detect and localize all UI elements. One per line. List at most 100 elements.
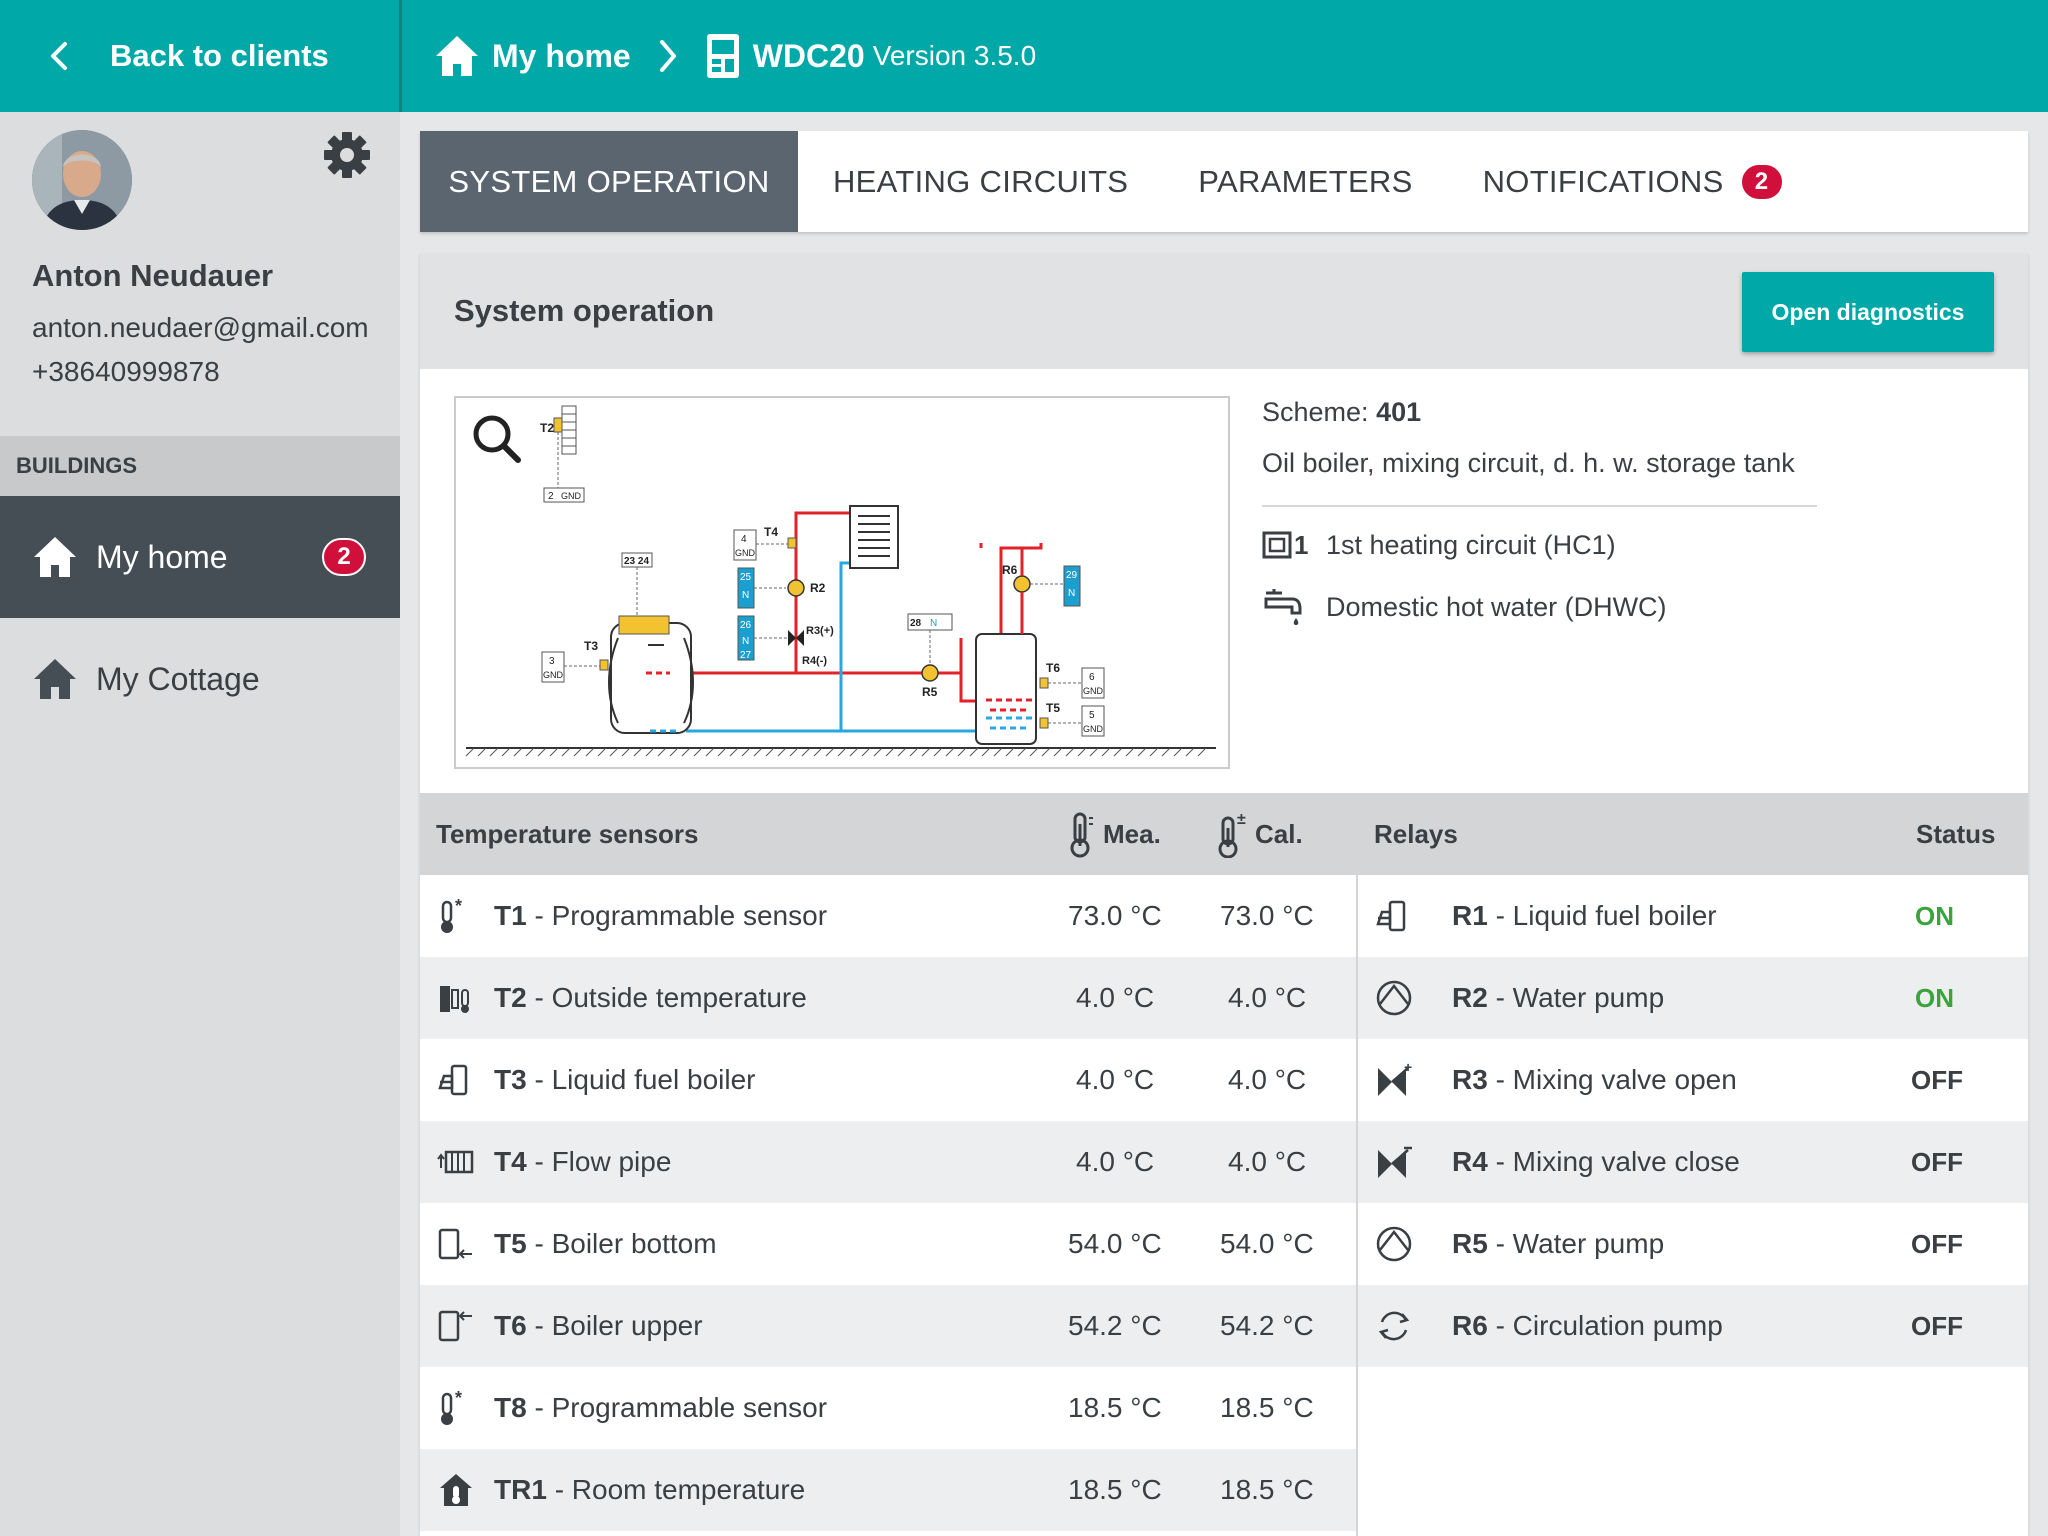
- programmable-sensor-icon: *: [441, 1388, 462, 1425]
- back-to-clients-button[interactable]: Back to clients: [0, 0, 402, 112]
- sensor-code: T2: [494, 982, 527, 1013]
- circuit-item-dhwc[interactable]: Domestic hot water (DHWC): [1262, 585, 1822, 629]
- top-bar: Back to clients My home WDC20 Version 3.…: [0, 0, 2048, 112]
- relay-name: - Circulation pump: [1495, 1310, 1723, 1341]
- sensor-calibrated: 73.0 °C: [1220, 900, 1314, 931]
- sensor-measured: 4.0 °C: [1076, 1064, 1155, 1095]
- back-to-clients-label: Back to clients: [110, 38, 329, 73]
- building-label: My home: [96, 538, 228, 575]
- boiler-icon: [438, 1064, 468, 1096]
- user-phone: +38640999878: [32, 356, 220, 387]
- r3-terminal-label: 26: [740, 620, 752, 631]
- relay-status: ON: [1915, 982, 1954, 1013]
- relay-status: OFF: [1911, 1064, 1963, 1095]
- sensor-code: T1: [494, 900, 527, 931]
- relay-row[interactable]: R1 - Liquid fuel boiler ON: [1358, 875, 2028, 957]
- r2-label: R2: [810, 581, 826, 595]
- scheme-diagram[interactable]: T2 2 GND 23 24 3 GND T3 4 GND T4 25 N R2…: [454, 396, 1230, 769]
- table-row[interactable]: * T8 - Programmable sensor 18.5 °C 18.5 …: [420, 1367, 1356, 1449]
- settings-gear-icon[interactable]: [322, 130, 372, 180]
- tab-bar: SYSTEM OPERATION HEATING CIRCUITS PARAME…: [420, 131, 2028, 232]
- avatar[interactable]: [32, 130, 132, 230]
- svg-text:±: ±: [1237, 811, 1246, 828]
- sensor-code: TR1: [494, 1474, 547, 1505]
- t3-gnd-label: GND: [543, 670, 564, 680]
- building-label: My Cottage: [96, 660, 260, 697]
- table-row[interactable]: T5 - Boiler bottom 54.0 °C 54.0 °C: [420, 1203, 1356, 1285]
- relay-row[interactable]: R2 - Water pump ON: [1358, 957, 2028, 1039]
- building-item-my-home[interactable]: My home 2: [0, 496, 400, 618]
- relay-name: - Mixing valve open: [1495, 1064, 1737, 1095]
- relay-row[interactable]: + R3 - Mixing valve open OFF: [1358, 1039, 2028, 1121]
- relay-code: R4: [1452, 1146, 1488, 1177]
- sensor-calibrated: 18.5 °C: [1220, 1392, 1314, 1423]
- relay-code: R2: [1452, 982, 1488, 1013]
- relay-status: ON: [1915, 900, 1954, 931]
- sensor-code: T5: [494, 1228, 527, 1259]
- divider: [1262, 505, 1817, 507]
- relays-header: Relays: [1374, 818, 1458, 849]
- table-row[interactable]: * T1 - Programmable sensor 73.0 °C 73.0 …: [420, 875, 1356, 957]
- t3-label: T3: [584, 639, 598, 653]
- controller-device-icon: [706, 34, 739, 78]
- zoom-icon[interactable]: [473, 415, 521, 463]
- tab-system-operation[interactable]: SYSTEM OPERATION: [420, 131, 798, 232]
- sensor-calibrated: 54.2 °C: [1220, 1310, 1314, 1341]
- table-row[interactable]: T2 - Outside temperature 4.0 °C 4.0 °C: [420, 957, 1356, 1039]
- building-item-my-cottage[interactable]: My Cottage: [0, 618, 400, 740]
- chevron-left-icon: [51, 42, 67, 70]
- scheme-line: Scheme: 401: [1262, 397, 1822, 428]
- sensor-name: - Room temperature: [554, 1474, 806, 1505]
- sensor-name: - Outside temperature: [534, 982, 807, 1013]
- open-diagnostics-button[interactable]: Open diagnostics: [1742, 272, 1994, 352]
- sensor-measured: 18.5 °C: [1068, 1392, 1162, 1423]
- relay-status: OFF: [1911, 1310, 1963, 1341]
- notification-badge: 2: [1739, 162, 1784, 201]
- sensor-code: T3: [494, 1064, 527, 1095]
- circuit-item-hc1[interactable]: 1 1st heating circuit (HC1): [1262, 529, 1822, 561]
- t2-gnd-label: GND: [561, 491, 582, 501]
- home-icon: [34, 537, 76, 577]
- table-header: Temperature sensors Mea. ± Cal. Relays S…: [420, 793, 2028, 875]
- t6-gnd-label: GND: [1083, 686, 1104, 696]
- table-row[interactable]: T4 - Flow pipe 4.0 °C 4.0 °C: [420, 1121, 1356, 1203]
- breadcrumb-home[interactable]: My home: [492, 38, 631, 75]
- user-email: anton.neudaer@gmail.com: [32, 312, 369, 343]
- circuit-index: 1: [1294, 529, 1309, 560]
- table-row[interactable]: TR1 - Room temperature 18.5 °C 18.5 °C: [420, 1449, 1356, 1531]
- sensor-measured: 4.0 °C: [1076, 982, 1155, 1013]
- t4-gnd-label: GND: [735, 548, 756, 558]
- relay-status: OFF: [1911, 1146, 1963, 1177]
- table-row[interactable]: T3 - Liquid fuel boiler 4.0 °C 4.0 °C: [420, 1039, 1356, 1121]
- tab-heating-circuits[interactable]: HEATING CIRCUITS: [798, 131, 1163, 232]
- sensor-calibrated: 18.5 °C: [1220, 1474, 1314, 1505]
- notification-badge: 2: [322, 538, 366, 576]
- sensor-code: T6: [494, 1310, 527, 1341]
- relay-row[interactable]: R5 - Water pump OFF: [1358, 1203, 2028, 1285]
- heating-circuit-icon: [1262, 531, 1292, 559]
- t6-terminal-label: 6: [1089, 672, 1095, 683]
- relay-name: - Mixing valve close: [1495, 1146, 1740, 1177]
- breadcrumb: My home WDC20 Version 3.5.0: [434, 32, 1036, 80]
- valve-open-icon: +: [1378, 1060, 1412, 1096]
- svg-text:*: *: [455, 1388, 462, 1408]
- circuit-label: 1st heating circuit (HC1): [1326, 529, 1616, 560]
- svg-text:*: *: [455, 896, 462, 916]
- table-row[interactable]: T6 - Boiler upper 54.2 °C 54.2 °C: [420, 1285, 1356, 1367]
- relay-name: - Liquid fuel boiler: [1495, 900, 1717, 931]
- relay-row[interactable]: R4 - Mixing valve close OFF: [1358, 1121, 2028, 1203]
- home-icon: [34, 659, 76, 699]
- t4-terminal-label: 4: [741, 534, 747, 545]
- tab-notifications[interactable]: NOTIFICATIONS 2: [1448, 131, 1819, 232]
- user-name: Anton Neudauer: [32, 258, 274, 293]
- device-version: Version 3.5.0: [872, 40, 1037, 71]
- relay-row[interactable]: R6 - Circulation pump OFF: [1358, 1285, 2028, 1367]
- boiler-bottom-icon: [438, 1228, 472, 1260]
- tab-parameters[interactable]: PARAMETERS: [1163, 131, 1447, 232]
- sensor-name: - Programmable sensor: [534, 1392, 828, 1423]
- t6-label: T6: [1046, 661, 1060, 675]
- sensor-name: - Liquid fuel boiler: [534, 1064, 756, 1095]
- sensor-code: T4: [494, 1146, 527, 1177]
- t4-label: T4: [764, 525, 778, 539]
- programmable-sensor-icon: *: [441, 896, 462, 933]
